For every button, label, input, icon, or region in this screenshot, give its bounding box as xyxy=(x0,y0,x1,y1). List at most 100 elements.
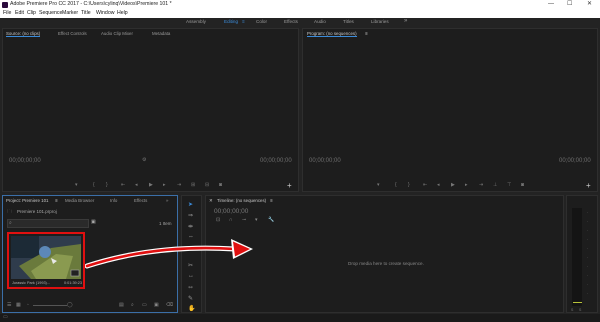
pen-tool-icon[interactable]: ✎ xyxy=(188,295,193,302)
source-button-editor-icon[interactable]: + xyxy=(287,181,292,190)
project-panel-menu-icon[interactable]: ≡ xyxy=(55,198,58,203)
tab-effects[interactable]: Effects xyxy=(134,198,147,203)
zoom-in-icon[interactable]: ◯ xyxy=(67,302,73,308)
track-select-tool-icon[interactable]: ⇒ xyxy=(188,212,193,219)
hand-tool-icon[interactable]: ✋ xyxy=(188,305,195,312)
workspace-audio[interactable]: Audio xyxy=(314,18,326,25)
linked-selection-icon[interactable]: ⊸ xyxy=(242,217,246,223)
program-panel-menu-icon[interactable]: ≡ xyxy=(365,31,368,36)
close-timeline-icon[interactable]: ✕ xyxy=(209,198,213,204)
automate-to-sequence-icon[interactable]: ▤ xyxy=(119,302,124,308)
more-panels-button[interactable]: » xyxy=(166,198,168,203)
menu-marker[interactable]: Marker xyxy=(62,9,78,18)
timeline-tab-row: ✕ Timeline: (no sequences) ≡ xyxy=(206,198,563,205)
source-settings-icon[interactable]: ⚙ xyxy=(142,157,146,163)
find-icon[interactable]: ⌕ xyxy=(131,302,134,308)
workspace-color[interactable]: Color xyxy=(256,18,267,25)
tab-source[interactable]: Source: (no clips) xyxy=(6,31,41,37)
menu-title[interactable]: Title xyxy=(81,9,91,18)
menu-help[interactable]: Help xyxy=(117,9,128,18)
tab-project[interactable]: Project: Premiere 101 xyxy=(6,198,48,203)
workspace-menu-icon[interactable]: ≡ xyxy=(242,18,245,25)
workspace-libraries[interactable]: Libraries xyxy=(371,18,389,25)
search-icon: ⌕ xyxy=(9,220,12,226)
snap-icon[interactable]: ∩ xyxy=(229,217,233,223)
source-tab-row: Source: (no clips) Effect Controls Audio… xyxy=(3,31,298,38)
program-playhead-timecode[interactable]: 00;00;00;00 xyxy=(309,158,341,164)
ripple-edit-tool-icon[interactable]: ⇹ xyxy=(188,223,193,230)
program-transport-controls: ▾ { } ⇤ ◂ ▶ ▸ ⇥ ⊥ ⊤ ◙ xyxy=(375,182,535,189)
slip-tool-icon[interactable]: ↔ xyxy=(188,273,194,279)
thumbnail-size-slider[interactable] xyxy=(33,305,67,306)
timeline-empty-message: Drop media here to create sequence. xyxy=(348,261,424,266)
close-button[interactable]: ✕ xyxy=(587,0,592,9)
insert-icon[interactable]: ⊞ xyxy=(191,182,195,188)
annotation-arrow xyxy=(85,239,253,269)
workspace-editing[interactable]: Editing xyxy=(224,18,238,25)
slide-tool-icon[interactable]: ⇿ xyxy=(188,284,193,291)
add-marker-icon[interactable]: ▾ xyxy=(75,182,78,188)
menu-file[interactable]: File xyxy=(3,9,11,18)
play-icon[interactable]: ▶ xyxy=(149,182,153,188)
minimize-button[interactable]: — xyxy=(548,0,554,9)
program-step-forward-icon[interactable]: ▸ xyxy=(465,182,468,188)
go-to-in-icon[interactable]: ⇤ xyxy=(121,182,125,188)
export-frame-icon[interactable]: ◙ xyxy=(219,182,222,188)
workspace-titles[interactable]: Titles xyxy=(343,18,354,25)
program-step-back-icon[interactable]: ◂ xyxy=(437,182,440,188)
new-item-icon[interactable]: ▣ xyxy=(154,302,159,308)
tab-info[interactable]: Info xyxy=(110,198,117,203)
program-play-icon[interactable]: ▶ xyxy=(451,182,455,188)
tab-program[interactable]: Program: (no sequences) xyxy=(307,31,357,37)
program-go-to-out-icon[interactable]: ⇥ xyxy=(479,182,483,188)
tab-effect-controls[interactable]: Effect Controls xyxy=(58,31,87,36)
icon-view-icon[interactable]: ▦ xyxy=(16,302,21,308)
overwrite-icon[interactable]: ⊟ xyxy=(205,182,209,188)
clip-thumbnail-art xyxy=(11,236,81,279)
zoom-out-icon[interactable]: ◦ xyxy=(27,302,29,308)
program-export-frame-icon[interactable]: ◙ xyxy=(521,182,524,188)
tab-audio-clip-mixer[interactable]: Audio Clip Mixer xyxy=(101,31,133,36)
program-button-editor-icon[interactable]: + xyxy=(586,181,591,190)
status-bar-icon: ▭ xyxy=(3,314,8,320)
program-mark-out-icon[interactable]: } xyxy=(408,182,410,188)
program-go-to-in-icon[interactable]: ⇤ xyxy=(423,182,427,188)
new-search-bin-icon[interactable]: ▣ xyxy=(91,219,96,225)
menu-sequence[interactable]: Sequence xyxy=(39,9,62,18)
menu-bar: File Edit Clip Sequence Marker Title Win… xyxy=(0,9,600,18)
timeline-settings-icon[interactable]: 🔧 xyxy=(268,217,274,223)
tab-metadata[interactable]: Metadata xyxy=(152,31,170,36)
solo-left-button[interactable]: S xyxy=(571,308,573,312)
source-monitor-panel: Source: (no clips) Effect Controls Audio… xyxy=(2,28,299,192)
selection-tool-icon[interactable]: ➤ xyxy=(188,201,193,208)
clip-thumbnail-card[interactable]: Jurassic Park (1993)... 0:01:39:23 xyxy=(7,232,85,289)
maximize-button[interactable]: ☐ xyxy=(567,0,572,9)
menu-window[interactable]: Window xyxy=(96,9,114,18)
step-back-icon[interactable]: ◂ xyxy=(135,182,138,188)
tab-timeline[interactable]: Timeline: (no sequences) xyxy=(217,198,266,203)
project-search-input[interactable]: ⌕ xyxy=(7,219,89,228)
program-add-marker-icon[interactable]: ▾ xyxy=(377,182,380,188)
menu-clip[interactable]: Clip xyxy=(27,9,36,18)
timeline-panel-menu-icon[interactable]: ≡ xyxy=(270,198,273,203)
solo-right-button[interactable]: S xyxy=(579,308,581,312)
list-view-icon[interactable]: ☰ xyxy=(7,302,11,308)
nest-sequences-icon[interactable]: ⊡ xyxy=(216,217,220,223)
mark-out-icon[interactable]: } xyxy=(106,182,108,188)
timeline-playhead-timecode[interactable]: 00;00;00;00 xyxy=(214,208,248,215)
go-to-out-icon[interactable]: ⇥ xyxy=(177,182,181,188)
menu-edit[interactable]: Edit xyxy=(15,9,24,18)
workspace-effects[interactable]: Effects xyxy=(284,18,298,25)
clear-icon[interactable]: ⌫ xyxy=(166,302,173,308)
source-playhead-timecode[interactable]: 00;00;00;00 xyxy=(9,158,41,164)
add-marker-timeline-icon[interactable]: ▾ xyxy=(255,217,258,223)
tab-media-browser[interactable]: Media Browser xyxy=(65,198,94,203)
step-forward-icon[interactable]: ▸ xyxy=(163,182,166,188)
workspace-assembly[interactable]: Assembly xyxy=(186,18,206,25)
extract-icon[interactable]: ⊤ xyxy=(507,182,511,188)
more-workspaces-button[interactable]: » xyxy=(404,18,407,25)
new-bin-icon[interactable]: ▭ xyxy=(142,302,147,308)
lift-icon[interactable]: ⊥ xyxy=(493,182,497,188)
program-mark-in-icon[interactable]: { xyxy=(395,182,397,188)
mark-in-icon[interactable]: { xyxy=(93,182,95,188)
